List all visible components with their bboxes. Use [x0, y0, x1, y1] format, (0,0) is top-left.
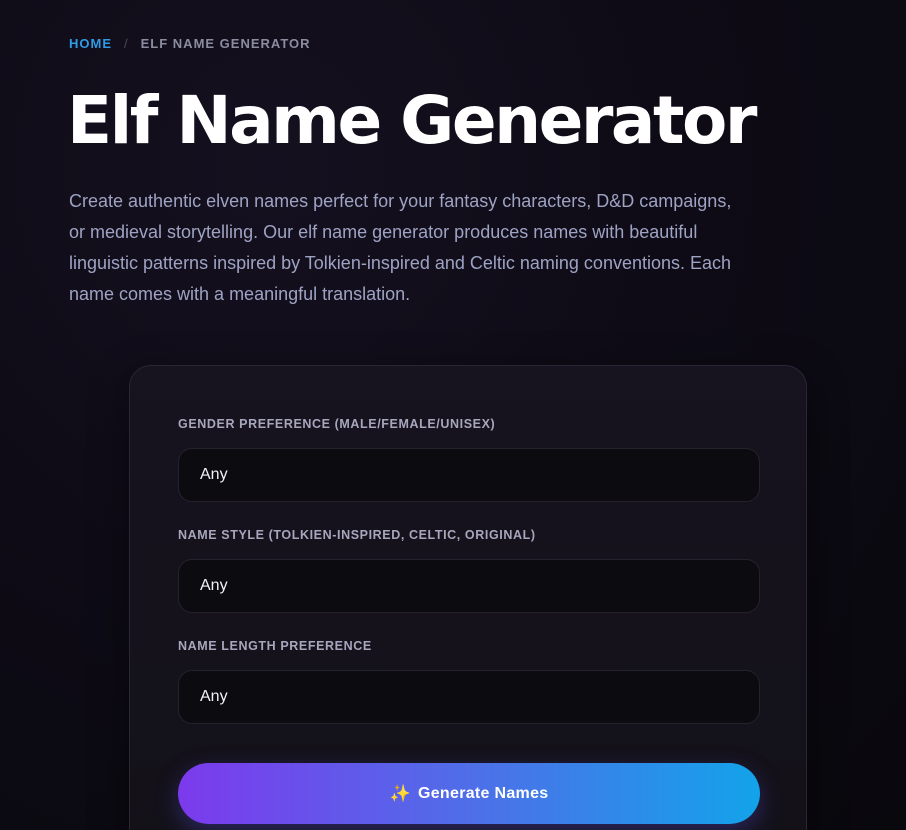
name-length-label: NAME LENGTH PREFERENCE: [178, 639, 372, 653]
name-style-label: NAME STYLE (TOLKIEN-INSPIRED, CELTIC, OR…: [178, 528, 536, 542]
breadcrumb-separator: /: [124, 36, 129, 51]
page-intro: Create authentic elven names perfect for…: [69, 191, 732, 304]
breadcrumb: HOME / ELF NAME GENERATOR: [69, 36, 311, 51]
name-length-select[interactable]: Any: [178, 670, 760, 724]
gender-preference-select[interactable]: Any: [178, 448, 760, 502]
breadcrumb-current: ELF NAME GENERATOR: [140, 36, 311, 51]
page-title: Elf Name Generator: [67, 82, 757, 159]
breadcrumb-home-link[interactable]: HOME: [69, 36, 112, 51]
gender-preference-label: GENDER PREFERENCE (MALE/FEMALE/UNISEX): [178, 417, 496, 431]
generate-names-button[interactable]: ✨ Generate Names: [178, 763, 760, 824]
sparkle-icon: ✨: [389, 783, 411, 803]
generator-form-card: GENDER PREFERENCE (MALE/FEMALE/UNISEX) A…: [129, 365, 807, 830]
generate-names-label: Generate Names: [417, 784, 549, 802]
name-style-select[interactable]: Any: [178, 559, 760, 613]
